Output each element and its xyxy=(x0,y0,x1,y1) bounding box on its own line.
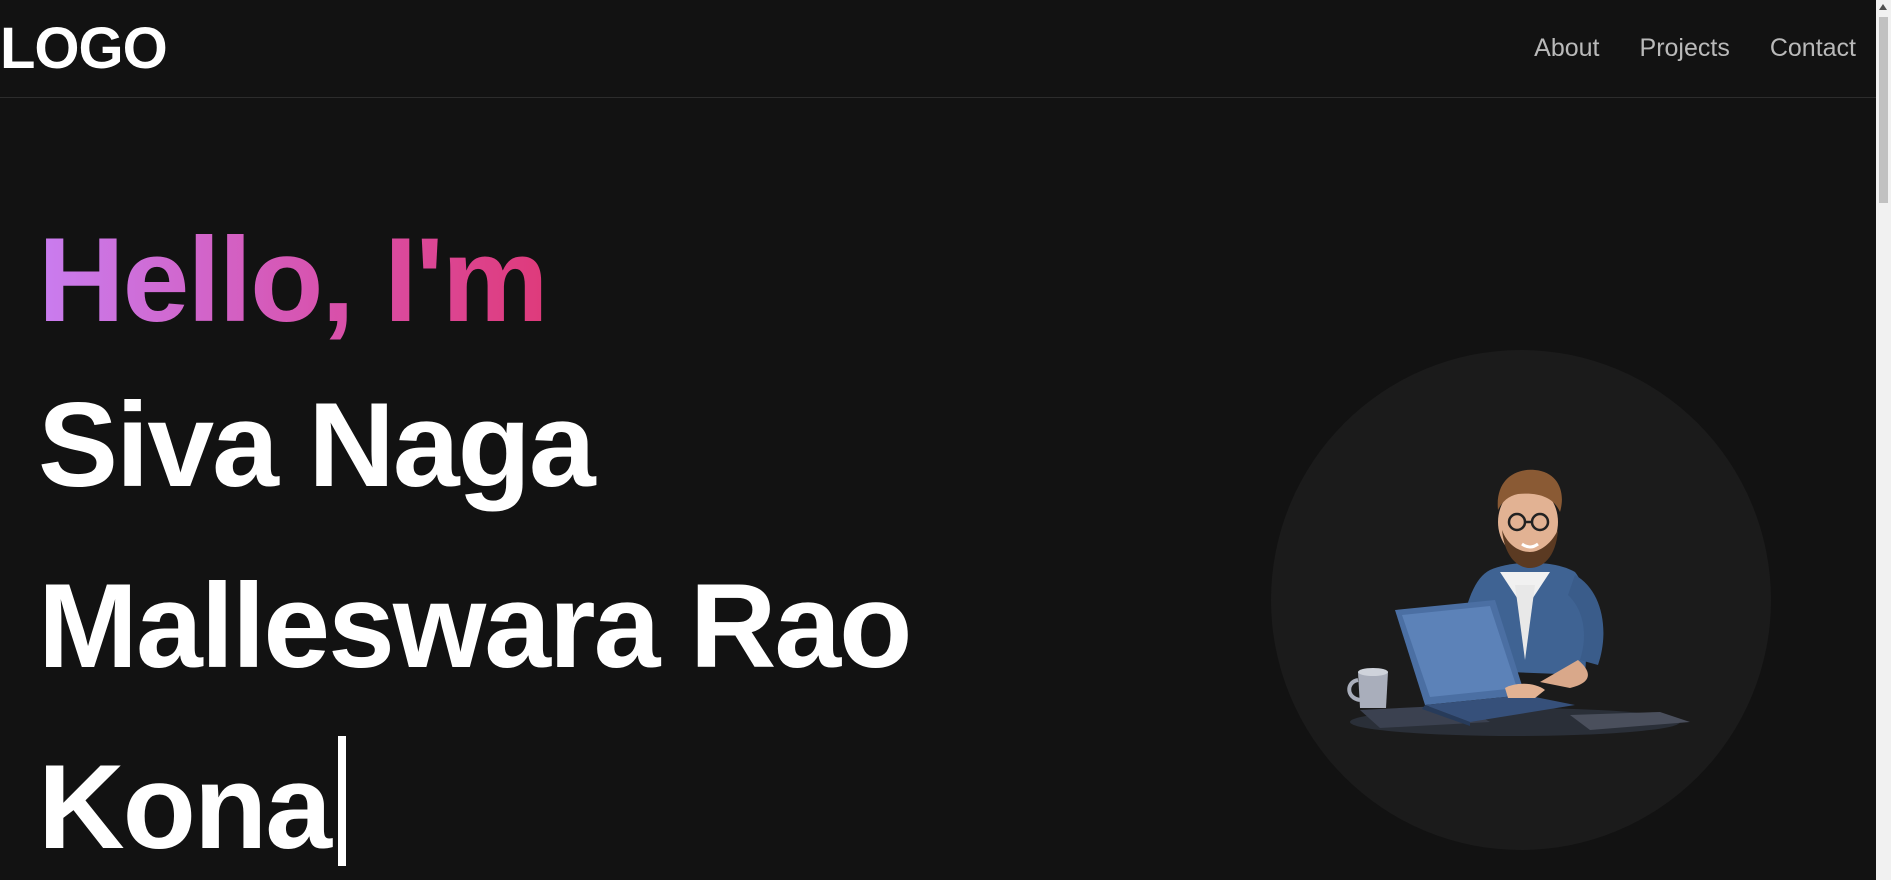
typing-cursor xyxy=(338,736,346,866)
hero-name-line-2: Malleswara Rao xyxy=(38,559,912,693)
scroll-thumb[interactable] xyxy=(1879,17,1888,203)
page: LOGO About Projects Contact Hello, I'm S… xyxy=(0,0,1891,880)
navbar: LOGO About Projects Contact xyxy=(0,0,1876,98)
nav-link-about[interactable]: About xyxy=(1534,30,1599,66)
nav-link-contact[interactable]: Contact xyxy=(1770,30,1856,66)
logo[interactable]: LOGO xyxy=(0,14,168,84)
hero-heading: Hello, I'm Siva Naga Malleswara Rao Kona xyxy=(38,205,912,880)
nav-links: About Projects Contact xyxy=(1534,30,1856,66)
vertical-scrollbar[interactable] xyxy=(1876,0,1891,880)
hero-name-line-3-text: Kona xyxy=(38,740,332,874)
developer-avatar-icon xyxy=(1347,469,1690,736)
hero-greeting: Hello, I'm xyxy=(38,205,598,355)
nav-link-projects[interactable]: Projects xyxy=(1640,30,1730,66)
scroll-up-arrow-icon[interactable] xyxy=(1879,4,1887,10)
hero-name-line-1: Siva Naga xyxy=(38,378,596,512)
hero-name-line-3: Kona xyxy=(38,717,910,880)
